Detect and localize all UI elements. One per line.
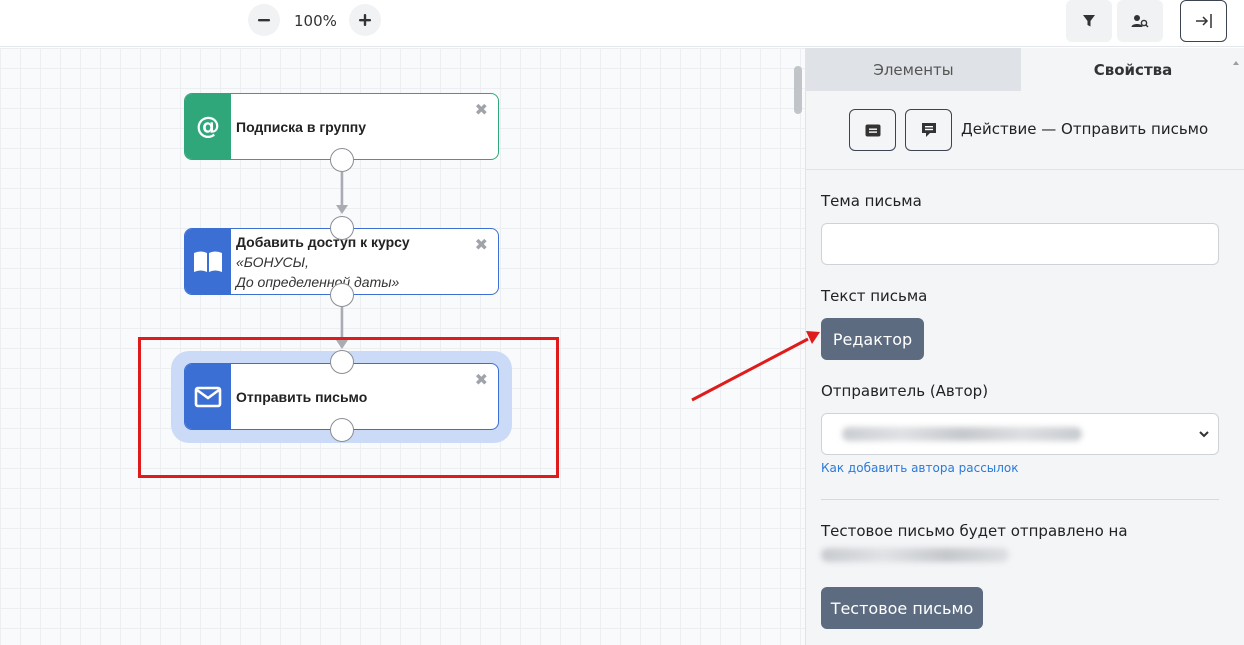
- close-icon[interactable]: ✖: [475, 235, 488, 254]
- user-search-icon: [1131, 15, 1149, 28]
- zoom-out-button[interactable]: [248, 4, 280, 36]
- plus-icon: [359, 14, 371, 26]
- exit-panel-button[interactable]: [1180, 0, 1227, 42]
- automation-editor: 100% @ Подписка в группу ✖ Добавить дост…: [0, 0, 1244, 645]
- sender-select[interactable]: [821, 413, 1219, 455]
- body-label: Текст письма: [821, 287, 928, 305]
- node-output-port[interactable]: [330, 148, 354, 172]
- tab-properties[interactable]: Свойства: [1021, 48, 1244, 91]
- scroll-up-icon[interactable]: [1232, 58, 1240, 68]
- subject-label: Тема письма: [821, 192, 922, 210]
- filter-icon: [1083, 15, 1095, 27]
- comment-icon: [921, 123, 936, 137]
- node-subtitle: «БОНУСЫ,: [236, 253, 309, 270]
- user-search-button[interactable]: [1117, 0, 1163, 42]
- svg-text:@: @: [196, 114, 220, 140]
- blurred-test-email: [821, 548, 1009, 562]
- blurred-sender-value: [842, 427, 1082, 441]
- action-header: Действие — Отправить письмо: [806, 91, 1244, 170]
- filter-button[interactable]: [1066, 0, 1112, 42]
- sender-label: Отправитель (Автор): [821, 382, 989, 400]
- action-title: Действие — Отправить письмо: [961, 120, 1209, 138]
- tab-elements[interactable]: Элементы: [806, 48, 1021, 91]
- subject-input[interactable]: [821, 223, 1219, 265]
- zoom-in-button[interactable]: [349, 4, 381, 36]
- test-email-button[interactable]: Тестовое письмо: [821, 587, 983, 629]
- comment-button[interactable]: [905, 109, 952, 151]
- test-email-label: Тестовое письмо будет отправлено на: [821, 522, 1128, 540]
- properties-panel: Элементы Свойства Действие — Отправить п…: [805, 48, 1244, 645]
- node-subtitle-line2: До определенной даты»: [236, 273, 400, 290]
- book-icon: [185, 229, 231, 294]
- minus-icon: [258, 19, 270, 22]
- node-title: Добавить доступ к курсу: [236, 233, 410, 250]
- editor-button[interactable]: Редактор: [821, 318, 924, 360]
- message-icon: [865, 124, 880, 136]
- node-input-port[interactable]: [330, 216, 354, 240]
- workflow-canvas[interactable]: @ Подписка в группу ✖ Добавить доступ к …: [0, 48, 805, 645]
- node-title: Подписка в группу: [236, 118, 367, 135]
- top-toolbar: 100%: [0, 0, 1244, 47]
- zoom-level: 100%: [294, 12, 337, 30]
- annotation-highlight-box: [138, 337, 559, 478]
- message-button[interactable]: [849, 109, 896, 151]
- chevron-down-icon: [1199, 431, 1209, 438]
- at-icon: @: [185, 94, 231, 159]
- panel-tabs: Элементы Свойства: [806, 48, 1244, 91]
- section-divider: [821, 499, 1219, 500]
- close-icon[interactable]: ✖: [475, 100, 488, 119]
- arrow-right-to-line-icon: [1195, 14, 1212, 28]
- add-author-link[interactable]: Как добавить автора рассылок: [821, 461, 1019, 475]
- node-output-port[interactable]: [330, 283, 354, 307]
